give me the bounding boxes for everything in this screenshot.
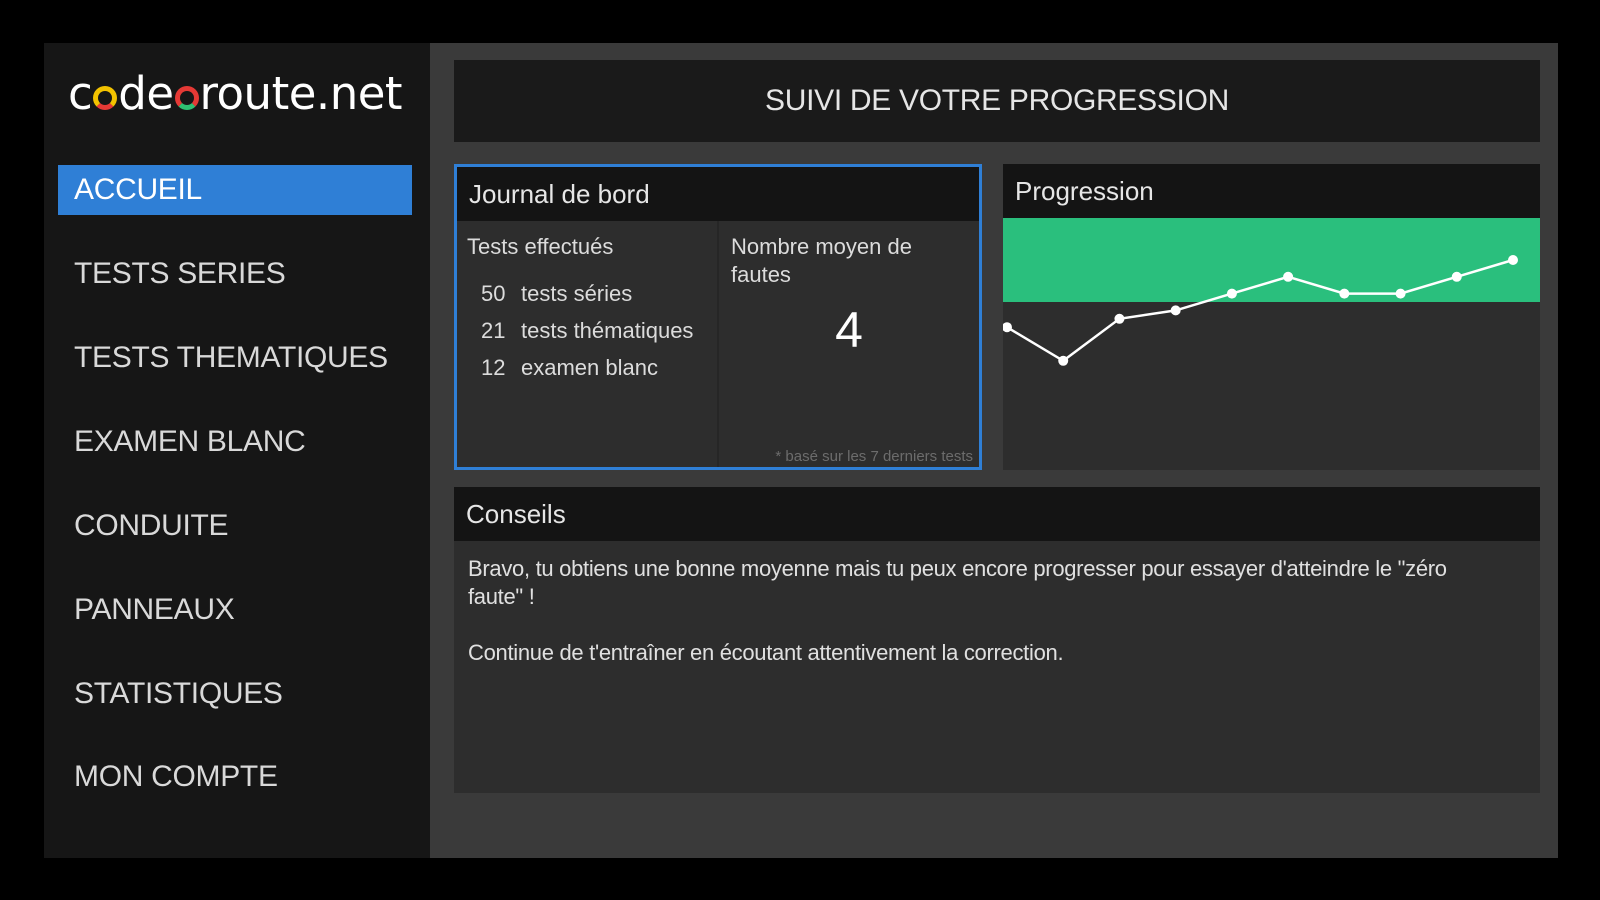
sidebar-item-label: TESTS THEMATIQUES xyxy=(74,341,388,374)
good-zone-band xyxy=(1003,218,1540,302)
logo-ring-red xyxy=(174,86,199,110)
sidebar: c de route.net ACCUEIL TESTS SERIES TESTS … xyxy=(44,43,430,858)
sidebar-item-label: PANNEAUX xyxy=(74,593,235,626)
sidebar-item-label: CONDUITE xyxy=(74,509,229,542)
data-point xyxy=(1226,288,1237,299)
sidebar-item-accueil[interactable]: ACCUEIL xyxy=(58,165,412,215)
stat-label: examen blanc xyxy=(521,355,658,380)
sidebar-item-panneaux[interactable]: PANNEAUX xyxy=(58,585,412,635)
journal-title: Journal de bord xyxy=(457,167,979,221)
logo-text-suffix: route.net xyxy=(199,67,403,120)
sidebar-item-conduite[interactable]: CONDUITE xyxy=(58,501,412,551)
avg-title: Nombre moyen de fautes xyxy=(731,234,912,287)
stat-label: tests séries xyxy=(521,281,633,306)
app-window: c de route.net ACCUEIL TESTS SERIES TESTS … xyxy=(44,43,1558,858)
sidebar-item-label: STATISTIQUES xyxy=(74,677,283,710)
stat-count: 50 xyxy=(481,281,506,306)
data-point xyxy=(1451,271,1462,282)
page-title: SUIVI DE VOTRE PROGRESSION xyxy=(454,60,1540,142)
journal-panel[interactable]: Journal de bord Tests effectués 50 tests … xyxy=(454,164,982,470)
data-point xyxy=(1339,288,1350,299)
data-point xyxy=(1395,288,1406,299)
progression-title: Progression xyxy=(1003,164,1540,218)
conseils-paragraph: Bravo, tu obtiens une bonne moyenne mais… xyxy=(468,556,1447,609)
stat-count: 21 xyxy=(481,318,506,343)
conseils-title: Conseils xyxy=(454,487,1540,541)
sidebar-item-examen-blanc[interactable]: EXAMEN BLANC xyxy=(58,417,412,467)
sidebar-item-label: EXAMEN BLANC xyxy=(74,425,306,458)
stat-count: 12 xyxy=(481,355,506,380)
stat-row-examen: 12 examen blanc xyxy=(481,355,658,381)
sidebar-item-label: ACCUEIL xyxy=(74,173,202,206)
logo-text-middle: de xyxy=(118,67,174,120)
tests-summary: Tests effectués 50 tests séries 21 tests t… xyxy=(457,221,719,467)
tests-title: Tests effectués xyxy=(467,234,614,259)
progression-chart xyxy=(1003,218,1540,366)
sidebar-item-tests-thematiques[interactable]: TESTS THEMATIQUES xyxy=(58,333,412,383)
avg-value: 4 xyxy=(835,302,863,358)
data-point xyxy=(1114,313,1125,324)
data-point xyxy=(1508,255,1518,265)
progression-panel[interactable]: Progression xyxy=(1003,164,1540,470)
average-faults: Nombre moyen de fautes 4 * basé sur les … xyxy=(719,221,979,467)
logo[interactable]: c de route.net xyxy=(68,67,403,120)
stat-label: tests thématiques xyxy=(521,318,694,343)
stat-row-series: 50 tests séries xyxy=(481,281,632,307)
avg-note: * basé sur les 7 derniers tests xyxy=(775,448,973,465)
data-point xyxy=(1058,355,1069,366)
conseils-paragraph: Continue de t'entraîner en écoutant atte… xyxy=(468,640,1064,665)
stat-row-thematiques: 21 tests thématiques xyxy=(481,318,693,344)
sidebar-item-statistiques[interactable]: STATISTIQUES xyxy=(58,669,412,719)
data-point xyxy=(1170,305,1181,316)
sidebar-item-mon-compte[interactable]: MON COMPTE xyxy=(58,752,412,802)
conseils-panel: Conseils Bravo, tu obtiens une bonne moy… xyxy=(454,487,1540,793)
data-point xyxy=(1283,271,1294,282)
conseils-body: Bravo, tu obtiens une bonne moyenne mais… xyxy=(468,555,1490,695)
sidebar-item-label: TESTS SERIES xyxy=(74,257,286,290)
logo-text-prefix: c xyxy=(68,67,93,120)
sidebar-item-label: MON COMPTE xyxy=(74,760,278,793)
logo-ring-yellow xyxy=(93,86,118,110)
sidebar-item-tests-series[interactable]: TESTS SERIES xyxy=(58,249,412,299)
